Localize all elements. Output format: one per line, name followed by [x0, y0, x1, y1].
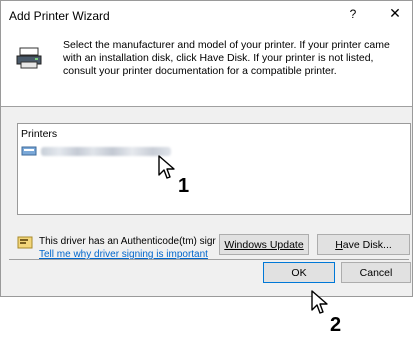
window-title: Add Printer Wizard [9, 9, 110, 23]
header-instructions: Select the manufacturer and model of you… [63, 39, 390, 77]
printers-column-header[interactable]: Printers [21, 128, 57, 140]
driver-signed-icon [17, 236, 33, 253]
cursor-pointer-icon [311, 290, 331, 319]
windows-update-button[interactable]: Windows Update [219, 234, 309, 255]
separator [9, 259, 409, 260]
driver-signing-text: This driver has an Authenticode(tm) sigr [39, 236, 216, 247]
printer-icon [15, 47, 43, 72]
have-disk-label: ave Disk... [342, 238, 392, 251]
help-button[interactable]: ? [345, 7, 361, 21]
close-button[interactable]: ✕ [386, 5, 404, 22]
printer-model-icon [21, 146, 37, 156]
driver-signing-info: This driver has an Authenticode(tm) sigr… [39, 235, 216, 261]
add-printer-wizard-dialog: Add Printer Wizard ? ✕ Select the manufa… [0, 0, 413, 297]
ok-button[interactable]: OK [263, 262, 335, 283]
cancel-button[interactable]: Cancel [341, 262, 411, 283]
list-item[interactable] [21, 144, 171, 158]
wizard-header: Select the manufacturer and model of you… [1, 31, 412, 107]
printer-model-name[interactable] [41, 146, 171, 156]
step-number-2: 2 [330, 314, 342, 336]
windows-update-label: Windows Update [224, 238, 304, 251]
printers-list[interactable]: Printers [17, 123, 411, 215]
cursor-pointer-icon [158, 155, 178, 184]
cancel-label: Cancel [359, 266, 393, 279]
ok-label: OK [291, 266, 307, 279]
title-bar: Add Printer Wizard ? ✕ [1, 1, 412, 31]
have-disk-button[interactable]: Have Disk... [317, 234, 410, 255]
have-disk-label-prefix: H [335, 238, 343, 251]
step-number-1: 1 [178, 175, 190, 197]
